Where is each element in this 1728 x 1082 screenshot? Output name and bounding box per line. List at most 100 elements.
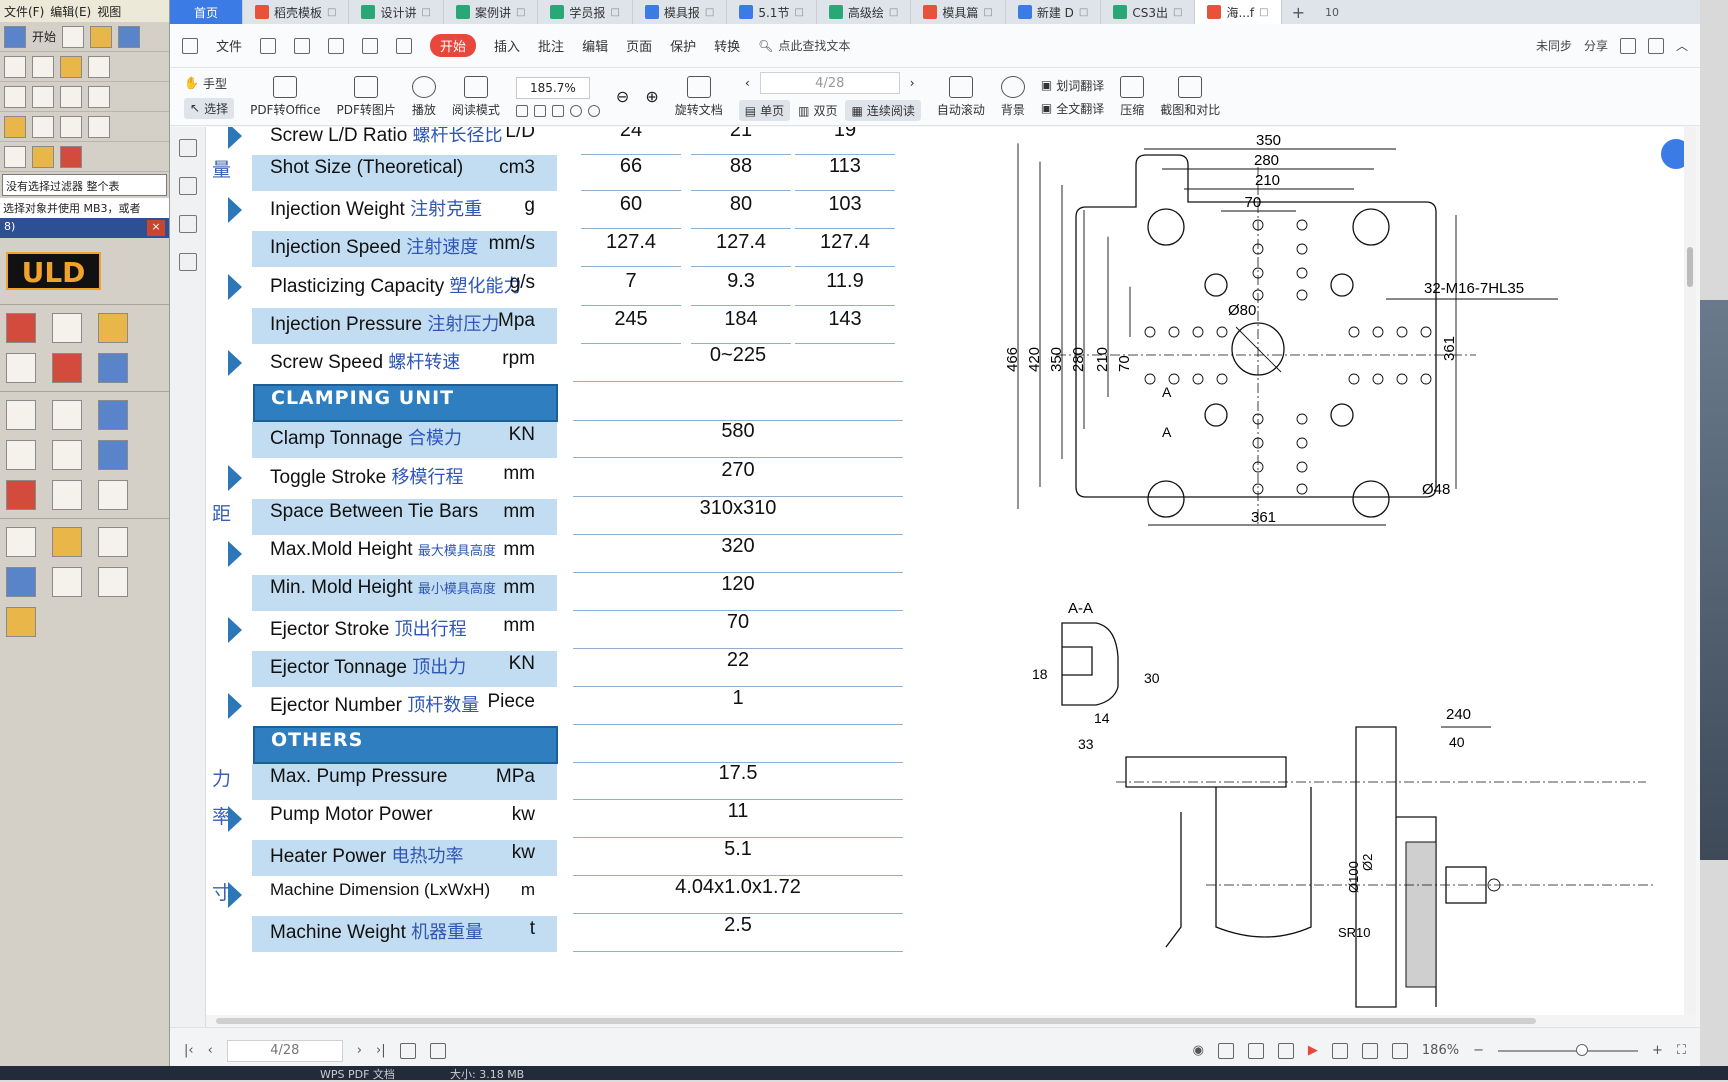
first-page-icon[interactable]: |‹ (184, 1043, 194, 1058)
angle-icon[interactable] (60, 115, 82, 138)
line-icon[interactable] (4, 85, 26, 108)
tab-close-icon[interactable]: □ (983, 7, 992, 18)
rotate-right-icon[interactable] (587, 104, 600, 117)
tab-1[interactable]: 稻壳模板 □ (243, 0, 350, 24)
thumbnail-icon[interactable] (179, 139, 197, 157)
diagonal-line-icon[interactable] (98, 440, 128, 470)
tab-close-icon[interactable]: □ (1259, 7, 1268, 18)
cad-start-icon[interactable] (4, 25, 26, 48)
rotate-doc-button[interactable]: 旋转文档 (675, 75, 723, 118)
comment-icon[interactable] (1647, 37, 1664, 54)
zoom-in-icon[interactable]: ⊕ (645, 87, 658, 106)
tab-10[interactable]: CS3出 □ (1101, 0, 1196, 24)
menu-page[interactable]: 页面 (626, 36, 652, 55)
hourglass-icon[interactable] (6, 607, 36, 637)
zoom-out-icon[interactable]: ⊖ (616, 87, 629, 106)
macro-m-icon[interactable] (6, 567, 36, 597)
close-icon[interactable]: × (147, 220, 165, 236)
undo-icon[interactable] (362, 37, 379, 54)
tab-3[interactable]: 案例讲 □ (444, 0, 539, 24)
spline-icon[interactable] (98, 400, 128, 430)
chevron-up-icon[interactable]: ︿ (1676, 37, 1688, 54)
rotate-left-icon[interactable] (569, 104, 582, 117)
actual-size-icon[interactable] (551, 104, 564, 117)
menu-protect[interactable]: 保护 (670, 36, 696, 55)
eraser-icon[interactable] (60, 55, 82, 78)
arc-icon[interactable] (32, 85, 54, 108)
tab-0[interactable]: 首页 (170, 0, 244, 24)
surface-icon[interactable] (6, 313, 36, 343)
dim-icon[interactable] (32, 115, 54, 138)
selection-filter[interactable]: 没有选择过滤器 整个表 (2, 174, 167, 196)
rotate-icon[interactable] (1361, 1042, 1378, 1059)
pdf-to-image-button[interactable]: PDF转图片 (337, 75, 396, 118)
tab-close-icon[interactable]: □ (794, 7, 803, 18)
tab-close-icon[interactable]: □ (610, 7, 619, 18)
double-page-button[interactable]: ▥ 双页 (798, 100, 837, 121)
tab-8[interactable]: 模具篇 □ (911, 0, 1006, 24)
pdf-page-view[interactable]: 量距力率寸 Screw L/D Ratio 螺杆长径比 L/D 24 21 19 Shot… (206, 127, 1696, 1022)
fit-page-icon[interactable] (515, 104, 528, 117)
cad-menu-file[interactable]: 文件(F) (4, 3, 44, 20)
tab-4[interactable]: 学员报 □ (538, 0, 633, 24)
rect-select-icon[interactable] (4, 55, 26, 78)
tab-close-icon[interactable]: □ (1173, 7, 1182, 18)
zoom-select[interactable]: 185.7% (515, 76, 590, 99)
zoom-in-icon[interactable]: + (1652, 1043, 1663, 1058)
play-slideshow-icon[interactable]: ▶ (1308, 1043, 1318, 1058)
ruler-icon[interactable] (6, 527, 36, 557)
hamburger-icon[interactable] (182, 37, 198, 54)
new-tab-button[interactable]: + (1282, 0, 1315, 24)
color-grid-icon[interactable] (6, 440, 36, 470)
menu-annotate[interactable]: 批注 (538, 36, 564, 55)
play-button[interactable]: 播放 (411, 75, 436, 118)
menu-insert[interactable]: 插入 (494, 36, 520, 55)
print-icon[interactable] (328, 37, 345, 54)
calculator-icon[interactable] (52, 567, 82, 597)
lasso-icon[interactable] (32, 55, 54, 78)
tab-7[interactable]: 高级绘 □ (817, 0, 912, 24)
status-zoom[interactable]: 186% (1422, 1043, 1459, 1058)
tab-9[interactable]: 新建 D □ (1006, 0, 1102, 24)
last-page-icon[interactable]: ›| (376, 1043, 386, 1058)
read-mode-button[interactable]: 阅读模式 (452, 75, 500, 118)
redo-icon[interactable] (396, 37, 413, 54)
tab-11[interactable]: 海...f □ (1195, 0, 1282, 24)
rectangle-icon[interactable] (88, 85, 110, 108)
new-file-icon[interactable] (62, 25, 85, 48)
menu-edit[interactable]: 编辑 (582, 36, 608, 55)
box-icon[interactable] (32, 145, 54, 168)
text-box-icon[interactable] (98, 527, 128, 557)
open-icon[interactable] (260, 37, 277, 54)
continuous-view-icon[interactable] (1217, 1042, 1234, 1059)
zoom-slider-knob[interactable] (1575, 1043, 1588, 1056)
next-page-icon[interactable]: › (357, 1043, 362, 1058)
page-number-input[interactable]: 4/28 (759, 72, 900, 94)
table-grid-icon[interactable] (98, 567, 128, 597)
status-page-input[interactable]: 4/28 (226, 1039, 343, 1062)
diamond-icon[interactable] (52, 480, 82, 510)
fit-icon[interactable] (1331, 1042, 1348, 1059)
single-view-icon[interactable] (1247, 1042, 1264, 1059)
tab-5[interactable]: 模具报 □ (633, 0, 728, 24)
ejector-pin-icon[interactable] (52, 353, 82, 383)
tab-close-icon[interactable]: □ (422, 7, 431, 18)
open-folder-icon[interactable] (90, 25, 113, 48)
fit-width-icon[interactable] (1391, 1042, 1408, 1059)
frame-icon[interactable] (52, 440, 82, 470)
fullscreen-icon[interactable]: ⛶ (1677, 1043, 1686, 1058)
spring-icon[interactable] (4, 115, 26, 138)
tab-close-icon[interactable]: □ (889, 7, 898, 18)
tab-close-icon[interactable]: □ (516, 7, 525, 18)
tab-6[interactable]: 5.1节 □ (727, 0, 817, 24)
image-panel-icon[interactable] (179, 177, 197, 195)
word-translate-button[interactable]: ▣ 划词翻译 (1041, 77, 1104, 94)
eye-icon[interactable]: ◉ (1193, 1043, 1204, 1058)
corner-icon[interactable] (6, 480, 36, 510)
prev-page-icon[interactable]: ‹ (745, 76, 750, 90)
menu-file[interactable]: 文件 (216, 36, 242, 55)
hand-tool-button[interactable]: ✋ 手型 (184, 75, 234, 92)
layer-icon[interactable] (52, 313, 82, 343)
tab-close-icon[interactable]: □ (327, 7, 336, 18)
compress-button[interactable]: 压缩 (1120, 75, 1144, 118)
